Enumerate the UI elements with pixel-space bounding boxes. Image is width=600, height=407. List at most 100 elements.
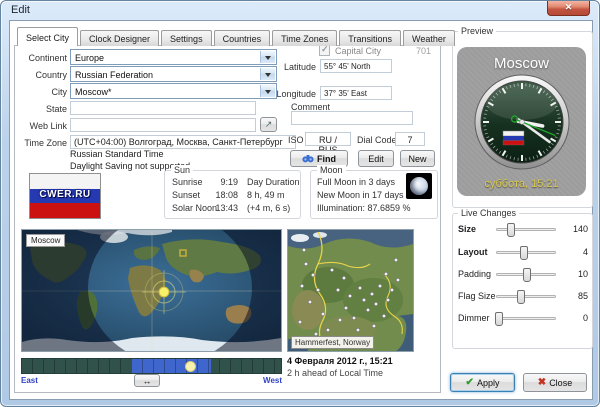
slider-thumb[interactable] (507, 223, 515, 237)
comment-input[interactable] (291, 111, 413, 125)
flag-size-slider-label: Flag Size (458, 291, 496, 301)
time-zone-label: Time Zone (19, 138, 67, 148)
preview-day-time: суббота, 15:21 (457, 178, 586, 190)
day-duration-label: Day Duration (247, 177, 300, 187)
flag-stripe-red (30, 203, 100, 218)
size-slider-track[interactable] (496, 228, 556, 231)
city-dropdown[interactable]: Moscow* (70, 83, 277, 99)
world-map-svg (22, 230, 281, 351)
state-input[interactable] (70, 101, 256, 115)
live-changes-title: Live Changes (458, 208, 519, 218)
country-value: Russian Federation (75, 70, 153, 80)
slider-thumb[interactable] (517, 290, 525, 304)
country-label: Country (19, 70, 67, 80)
window-title: Edit (11, 4, 30, 16)
layout-slider-value: 4 (560, 247, 588, 257)
window-close-button[interactable]: ✕ (547, 1, 590, 16)
selected-datetime-text: 4 Февраля 2012 г., 15:21 (287, 356, 393, 366)
latitude-input[interactable] (320, 59, 392, 73)
analog-clock (474, 74, 570, 170)
sun-position-marker (159, 287, 169, 297)
capital-city-checkbox (319, 45, 330, 56)
day-duration-value: 8 h, 49 m (247, 190, 285, 200)
close-icon: ✕ (565, 2, 573, 12)
sunrise-label: Sunrise (172, 177, 203, 187)
tab-transitions[interactable]: Transitions (339, 30, 401, 46)
padding-slider-row: Padding 10 (456, 265, 591, 283)
clock-flag (503, 131, 524, 145)
slider-thumb[interactable] (495, 312, 503, 326)
longitude-input[interactable] (320, 86, 392, 100)
flag-watermark-text: CWER.RU (30, 189, 100, 200)
daylight-bar[interactable] (21, 358, 282, 374)
slider-thumb[interactable] (523, 268, 531, 282)
city-id-text: 701 (399, 46, 431, 56)
sunset-label: Sunset (172, 190, 200, 200)
region-map-svg (288, 230, 413, 351)
layout-slider-label: Layout (458, 247, 488, 257)
apply-button[interactable]: ✔ Apply (450, 373, 515, 392)
flag-size-slider-track[interactable] (496, 295, 556, 298)
city-value: Moscow* (75, 87, 112, 97)
left-right-arrow-icon: ↔ (143, 376, 152, 386)
dimmer-slider-row: Dimmer 0 (456, 309, 591, 327)
tab-time-zones[interactable]: Time Zones (272, 30, 337, 46)
title-bar[interactable]: Edit ✕ (1, 1, 599, 20)
east-label: East (21, 376, 38, 385)
check-icon: ✔ (466, 377, 474, 388)
external-link-icon: ↗ (265, 119, 273, 130)
padding-slider-value: 10 (560, 269, 588, 279)
flag-size-slider-row: Flag Size 85 (456, 287, 591, 305)
preview-city-name: Moscow (457, 55, 586, 72)
edit-button-label: Edit (368, 154, 384, 164)
padding-slider-track[interactable] (496, 273, 556, 276)
open-web-link-button[interactable]: ↗ (260, 117, 277, 132)
size-slider-row: Size 140 (456, 220, 591, 238)
sunset-value: 18:08 (214, 190, 238, 200)
tab-settings[interactable]: Settings (161, 30, 212, 46)
west-label: West (242, 376, 282, 385)
continent-label: Continent (19, 53, 67, 63)
continent-value: Europe (75, 53, 104, 63)
tab-strip: Select City Clock Designer Settings Coun… (17, 27, 457, 46)
new-moon-text: New Moon in 17 days (317, 190, 404, 200)
tab-countries[interactable]: Countries (214, 30, 271, 46)
find-button-label: Find (317, 154, 336, 164)
region-map[interactable]: Hammerfest, Norway (287, 229, 414, 352)
padding-slider-label: Padding (458, 269, 491, 279)
tab-select-city[interactable]: Select City (17, 27, 78, 46)
layout-slider-track[interactable] (496, 251, 556, 254)
web-link-input[interactable] (70, 118, 256, 132)
map-city-label: Moscow (26, 234, 65, 247)
latitude-label: Latitude (269, 62, 316, 72)
daylight-ticks (22, 359, 281, 373)
illumination-text: Illumination: 87.6859 % (317, 203, 411, 213)
new-button[interactable]: New (400, 150, 435, 167)
dimmer-slider-track[interactable] (496, 317, 556, 320)
dimmer-slider-label: Dimmer (458, 313, 490, 323)
size-slider-value: 140 (560, 224, 588, 234)
binoculars-icon (302, 154, 314, 163)
world-map[interactable]: Moscow (21, 229, 282, 352)
close-button[interactable]: ✖ Close (523, 373, 587, 392)
dial-code-box: 7 (395, 132, 425, 146)
preview-group-title: Preview (458, 26, 496, 36)
country-dropdown[interactable]: Russian Federation (70, 66, 277, 82)
tab-weather[interactable]: Weather (403, 30, 455, 46)
country-flag-image: CWER.RU (29, 173, 101, 219)
web-link-label: Web Link (19, 121, 67, 131)
longitude-label: Longitude (269, 89, 316, 99)
continent-dropdown[interactable]: Europe (70, 49, 277, 65)
slider-thumb[interactable] (520, 246, 528, 260)
swap-direction-button[interactable]: ↔ (134, 374, 160, 387)
city-label: City (19, 87, 67, 97)
tab-clock-designer[interactable]: Clock Designer (80, 30, 159, 46)
capital-city-label: Capital City (335, 46, 381, 56)
solar-noon-label: Solar Noon (172, 203, 217, 213)
edit-button[interactable]: Edit (358, 150, 394, 167)
apply-button-label: Apply (477, 378, 500, 388)
solar-noon-value: 13:43 (214, 203, 238, 213)
full-moon-text: Full Moon in 3 days (317, 177, 395, 187)
sunrise-value: 9:19 (214, 177, 238, 187)
time-zone-input[interactable] (70, 135, 296, 149)
